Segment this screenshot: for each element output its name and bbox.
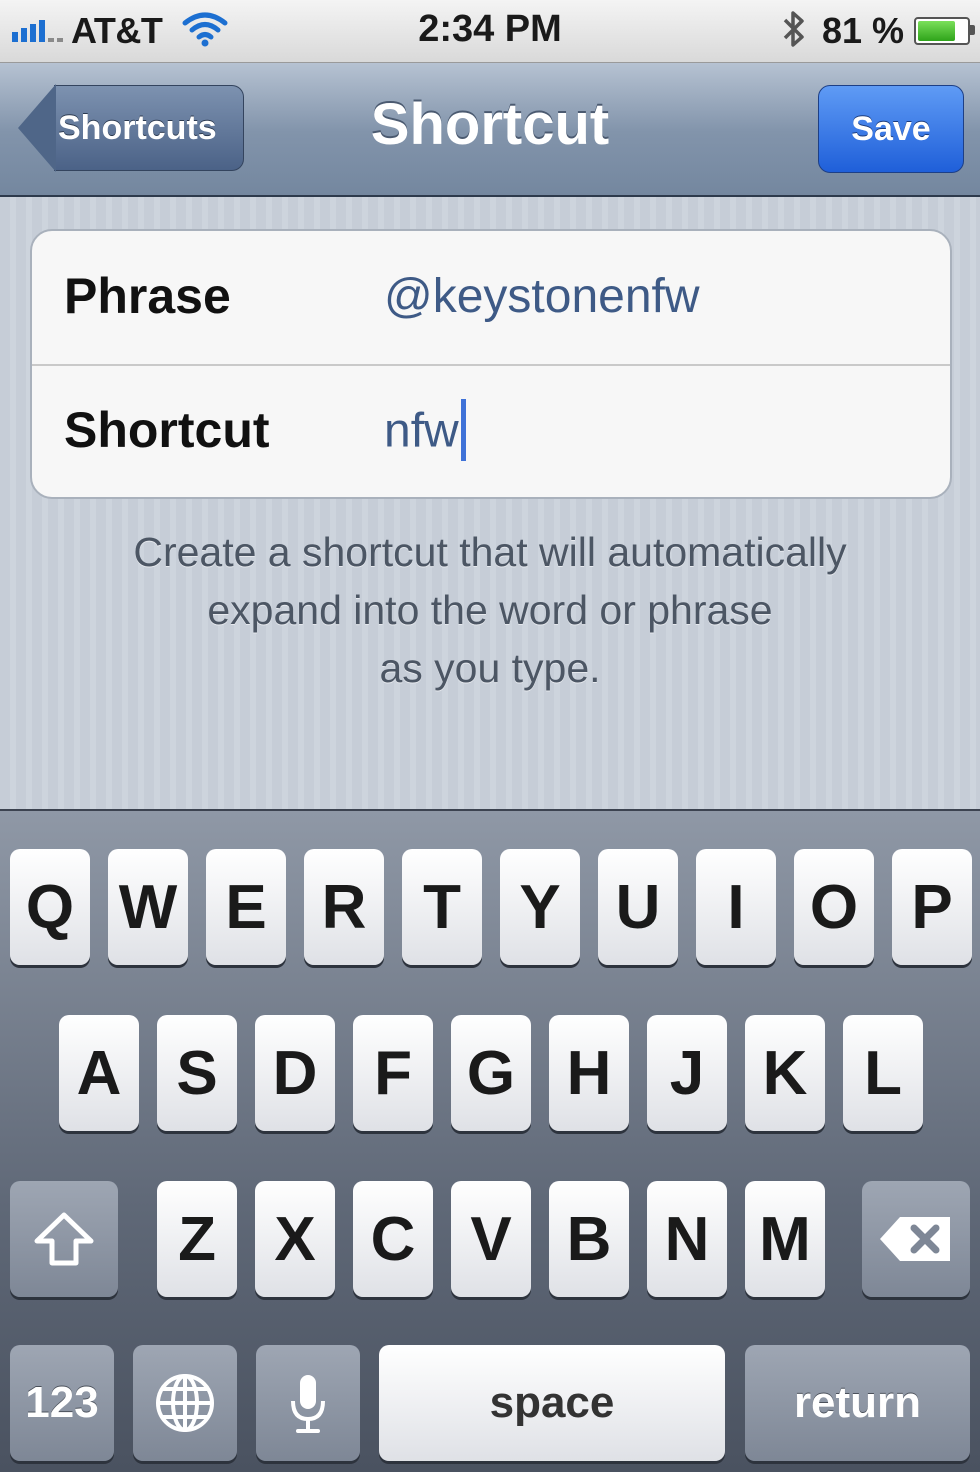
key-p[interactable]: P: [892, 849, 972, 965]
globe-key[interactable]: [133, 1345, 237, 1461]
key-b[interactable]: B: [549, 1181, 629, 1297]
battery-percent: 81 %: [821, 10, 904, 51]
key-v[interactable]: V: [451, 1181, 531, 1297]
key-x[interactable]: X: [255, 1181, 335, 1297]
bluetooth-icon: [780, 8, 808, 55]
help-text-line: expand into the word or phrase: [207, 587, 773, 633]
numbers-key[interactable]: 123: [10, 1345, 114, 1461]
key-t[interactable]: T: [402, 849, 482, 965]
key-d[interactable]: D: [255, 1015, 335, 1131]
key-i[interactable]: I: [696, 849, 776, 965]
keyboard: 123 space return QWERTYUIOP ASDFGHJKL ZXCV…: [0, 809, 980, 1472]
phrase-row[interactable]: Phrase @keystonenfw: [32, 231, 950, 366]
key-s[interactable]: S: [157, 1015, 237, 1131]
help-text-line: as you type.: [379, 645, 601, 691]
key-k[interactable]: K: [745, 1015, 825, 1131]
key-m[interactable]: M: [745, 1181, 825, 1297]
key-f[interactable]: F: [353, 1015, 433, 1131]
key-a[interactable]: A: [59, 1015, 139, 1131]
delete-key[interactable]: [862, 1181, 970, 1297]
key-e[interactable]: E: [206, 849, 286, 965]
form-group: Phrase @keystonenfw Shortcut nfw: [30, 229, 952, 499]
save-button[interactable]: Save: [818, 85, 964, 173]
shortcut-row[interactable]: Shortcut nfw: [32, 365, 950, 497]
text-cursor: [460, 399, 466, 461]
shift-key[interactable]: [10, 1181, 118, 1297]
dictation-key[interactable]: [256, 1345, 360, 1461]
key-y[interactable]: Y: [500, 849, 580, 965]
globe-icon: [156, 1374, 214, 1432]
key-c[interactable]: C: [353, 1181, 433, 1297]
space-key[interactable]: space: [379, 1345, 725, 1461]
key-h[interactable]: H: [549, 1015, 629, 1131]
shift-icon: [34, 1212, 94, 1266]
key-r[interactable]: R: [304, 849, 384, 965]
shortcut-value: nfw: [384, 404, 459, 458]
key-z[interactable]: Z: [157, 1181, 237, 1297]
content-area: Phrase @keystonenfw Shortcut nfw Create …: [0, 197, 980, 809]
help-text: Create a shortcut that will automaticall…: [40, 523, 940, 697]
shortcut-label: Shortcut: [64, 402, 270, 458]
status-right: 81 %: [780, 8, 975, 55]
microphone-icon: [291, 1375, 325, 1433]
battery-level: [918, 21, 956, 41]
return-key[interactable]: return: [745, 1345, 970, 1461]
key-j[interactable]: J: [647, 1015, 727, 1131]
navigation-bar: Shortcuts Shortcut Save: [0, 63, 980, 197]
key-o[interactable]: O: [794, 849, 874, 965]
backspace-icon: [880, 1217, 950, 1261]
battery-icon: [914, 17, 975, 45]
key-w[interactable]: W: [108, 849, 188, 965]
phrase-label: Phrase: [64, 268, 231, 324]
shortcut-field[interactable]: nfw: [384, 399, 466, 465]
help-text-line: Create a shortcut that will automaticall…: [133, 529, 847, 575]
key-g[interactable]: G: [451, 1015, 531, 1131]
key-n[interactable]: N: [647, 1181, 727, 1297]
key-u[interactable]: U: [598, 849, 678, 965]
key-l[interactable]: L: [843, 1015, 923, 1131]
phrase-field[interactable]: @keystonenfw: [384, 269, 700, 324]
status-bar: AT&T 2:34 PM 81 %: [0, 0, 980, 63]
key-q[interactable]: Q: [10, 849, 90, 965]
